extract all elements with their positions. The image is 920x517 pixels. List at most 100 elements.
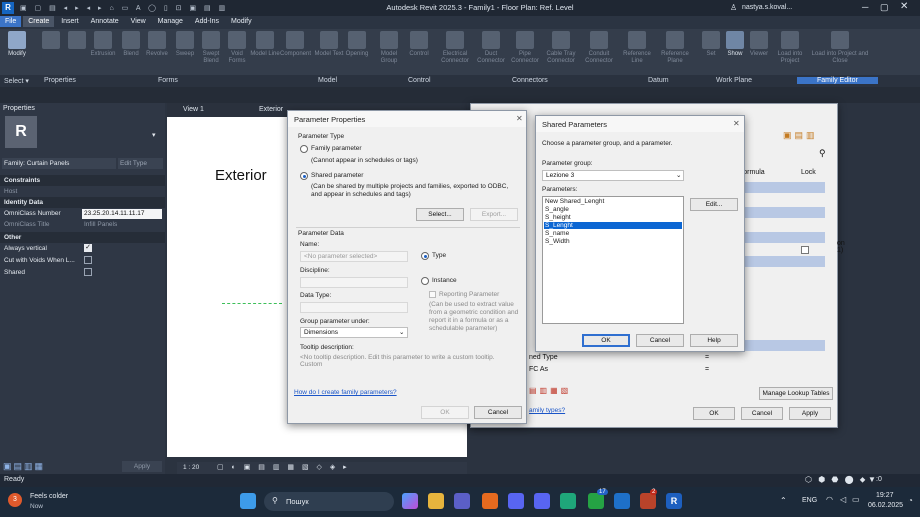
lock-checkbox[interactable] (801, 246, 809, 254)
user-name[interactable]: nastya.s.koval... (742, 4, 792, 11)
language-indicator[interactable]: ENG (802, 497, 817, 504)
reporting-checkbox[interactable] (429, 291, 436, 298)
quick-access-toolbar[interactable]: ▣ ▢ ▤ ◂ ▸ ◂ ▸ ⌂ ▭ A ◯ ▯ ⊡ ▣ ▤ ▥ (20, 4, 270, 12)
list-item[interactable]: S_height (544, 214, 682, 221)
tab-view[interactable]: View (126, 16, 151, 27)
family-types-ok-button[interactable]: OK (693, 407, 735, 420)
help-link[interactable]: amily types? (529, 407, 565, 414)
whatsapp-icon[interactable] (588, 493, 604, 509)
model-text-button[interactable]: Model Text (314, 31, 344, 75)
shared-parameters-close-icon[interactable]: ✕ (733, 119, 740, 128)
type-selector-arrow-icon[interactable]: ▾ (152, 131, 156, 139)
load-into-project-close-button[interactable]: Load into Project and Close (810, 31, 870, 75)
maximize-icon[interactable]: ▢ (880, 2, 889, 13)
close-icon[interactable]: ✕ (900, 1, 908, 12)
file-explorer-icon[interactable] (428, 493, 444, 509)
create-params-help-link[interactable]: How do I create family parameters? (294, 389, 397, 396)
model-line-button[interactable]: Model Line (250, 31, 280, 75)
family-parameter-radio[interactable] (300, 145, 308, 153)
revit-logo-icon[interactable]: R (2, 2, 14, 14)
param-ok-button[interactable]: OK (421, 406, 469, 419)
formula-eq-2[interactable]: = (705, 366, 709, 373)
discipline-select[interactable] (300, 277, 408, 288)
category-constraints[interactable]: Constraints (0, 175, 165, 186)
parameter-properties-close-icon[interactable]: ✕ (516, 114, 523, 123)
group-under-select[interactable]: Dimensions (300, 327, 408, 338)
shared-ok-button[interactable]: OK (582, 334, 630, 347)
extrusion-button[interactable]: Extrusion (88, 31, 118, 75)
category-identity-data[interactable]: Identity Data (0, 197, 165, 208)
category-other[interactable]: Other (0, 232, 165, 243)
instance-label[interactable]: Instance (432, 277, 457, 284)
weather-icon[interactable]: 3 (8, 493, 22, 507)
list-item[interactable]: S_name (544, 230, 682, 237)
view-scale[interactable]: 1 : 20 (183, 464, 199, 471)
tab-create[interactable]: Create (23, 16, 55, 27)
list-item[interactable]: S_angle (544, 206, 682, 213)
minimize-icon[interactable]: ─ (862, 2, 868, 12)
model-group-button[interactable]: Model Group (374, 31, 404, 75)
windows-start-icon[interactable] (240, 493, 256, 509)
copilot-icon[interactable] (402, 493, 418, 509)
conduit-connector-button[interactable]: Conduit Connector (584, 31, 614, 75)
chevron-down-icon[interactable]: ⌄ (676, 171, 681, 179)
param-row-named-type[interactable]: ned Type (529, 354, 558, 361)
tab-modify[interactable]: Modify (226, 16, 257, 27)
instance-radio[interactable] (421, 277, 429, 285)
apply-button[interactable]: Apply (122, 461, 162, 472)
list-item-selected[interactable]: S_Lenght (544, 222, 682, 229)
type-label[interactable]: Type (432, 252, 446, 259)
opening-button[interactable]: Opening (342, 31, 372, 75)
pipe-connector-button[interactable]: Pipe Connector (510, 31, 540, 75)
bottom-tool-icons[interactable]: ▣▤▥▦ (3, 461, 45, 472)
electrical-connector-button[interactable]: Electrical Connector (440, 31, 470, 75)
data-type-select[interactable] (300, 302, 408, 313)
manage-lookup-tables-button[interactable]: Manage Lookup Tables (759, 387, 833, 400)
select-button[interactable]: Select... (416, 208, 464, 221)
clock-date[interactable]: 06.02.2025 (868, 502, 903, 509)
clock-time[interactable]: 19:27 (876, 492, 894, 499)
modify-button[interactable]: Modify (2, 31, 32, 75)
tab-manage[interactable]: Manage (153, 16, 188, 27)
edge-icon[interactable] (560, 493, 576, 509)
revit-taskbar-icon[interactable]: R (666, 493, 682, 509)
volume-icon[interactable]: ◁ (840, 495, 846, 504)
cable-tray-connector-button[interactable]: Cable Tray Connector (546, 31, 576, 75)
cut-voids-checkbox[interactable] (84, 256, 92, 264)
param-cancel-button[interactable]: Cancel (474, 406, 522, 419)
formula-eq-1[interactable]: = (705, 354, 709, 361)
parameter-group-select[interactable]: Lezione 3 (542, 170, 684, 181)
edit-type-button[interactable]: Edit Type (118, 158, 163, 169)
export-button[interactable]: Export... (470, 208, 518, 221)
firefox-icon[interactable] (482, 493, 498, 509)
param-row-fc-as[interactable]: FC As (529, 366, 548, 373)
list-item[interactable]: New Shared_Lenght (544, 198, 682, 205)
wifi-icon[interactable]: ◠ (826, 495, 833, 504)
revolve-button[interactable]: Revolve (142, 31, 172, 75)
tray-chevron-icon[interactable]: ⌃ (780, 496, 787, 505)
family-types-apply-button[interactable]: Apply (789, 407, 831, 420)
select-dropdown[interactable]: Select ▾ (4, 77, 29, 85)
void-forms-button[interactable]: Void Forms (222, 31, 252, 75)
selection-filter-icons[interactable]: ⬡ ⬢ ⬣ ⬤ ⬥ (805, 475, 867, 485)
always-vertical-checkbox[interactable]: ✓ (84, 244, 92, 252)
shared-checkbox[interactable] (84, 268, 92, 276)
param-edit-icons[interactable]: ▤▥▦▧ (529, 386, 571, 395)
family-selector[interactable]: Family: Curtain Panels (2, 158, 116, 169)
reference-line-button[interactable]: Reference Line (622, 31, 652, 75)
taskbar-search[interactable]: ⚲ Пошук (264, 492, 394, 511)
filter-icon[interactable]: ▼ (868, 475, 876, 484)
list-item[interactable]: S_Width (544, 238, 682, 245)
discord-icon[interactable] (508, 493, 524, 509)
view-control-icons[interactable]: ▢ ◐ ▣ ▤ ▥ ▦ ▧ ◇ ◈ ▸ (217, 463, 350, 471)
discord-icon-2[interactable] (534, 493, 550, 509)
outlook-icon[interactable] (614, 493, 630, 509)
family-types-search-icon[interactable]: ⚲ (819, 148, 826, 159)
duct-connector-button[interactable]: Duct Connector (476, 31, 506, 75)
family-parameter-label[interactable]: Family parameter (311, 145, 362, 152)
tab-exterior[interactable]: Exterior (259, 106, 283, 113)
edit-shared-params-button[interactable]: Edit... (690, 198, 738, 211)
family-types-cancel-button[interactable]: Cancel (741, 407, 783, 420)
battery-icon[interactable]: ▭ (852, 495, 860, 504)
omniclass-number-value[interactable]: 23.25.20.14.11.11.17 (82, 209, 162, 219)
